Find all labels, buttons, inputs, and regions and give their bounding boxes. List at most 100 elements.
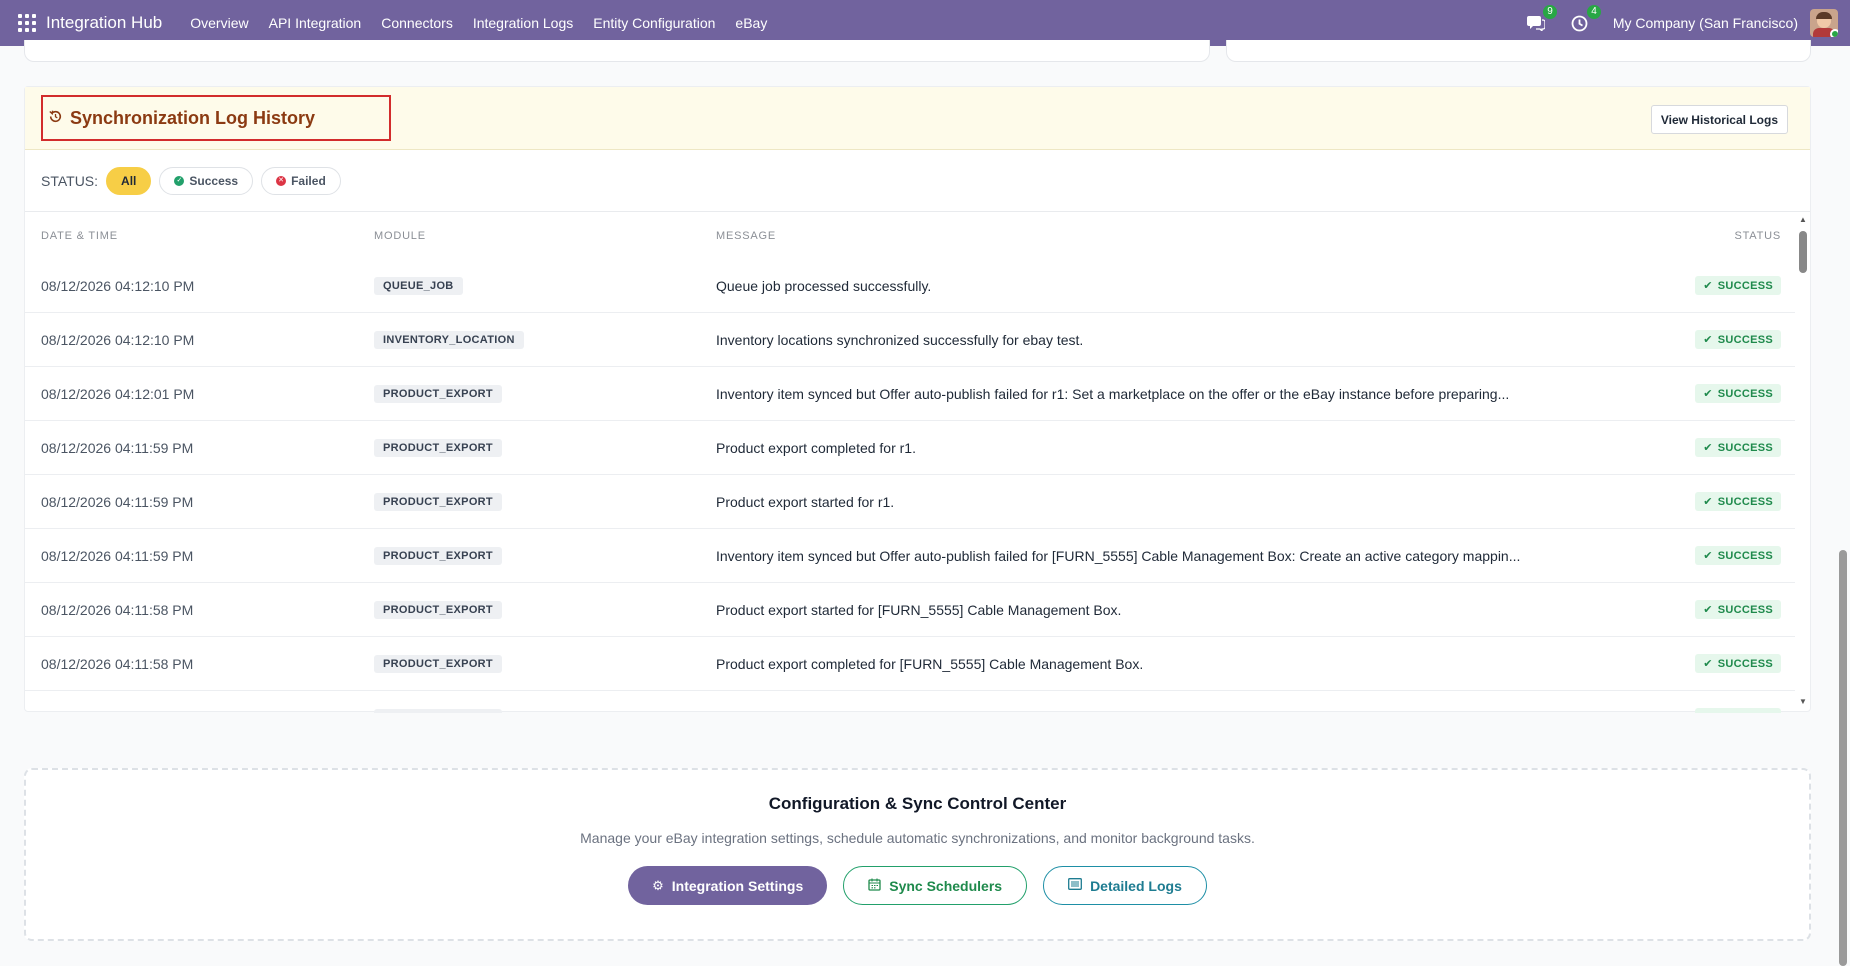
row-status-cell: ✔ SUCCESS (1665, 708, 1795, 713)
gear-icon: ⚙ (652, 877, 664, 893)
user-avatar[interactable] (1810, 9, 1838, 37)
row-message: Product export started for r1. (716, 493, 895, 510)
activities-clock-icon[interactable]: 4 (1569, 5, 1601, 34)
log-table[interactable]: DATE & TIME MODULE MESSAGE STATUS 08/12/… (25, 213, 1795, 713)
status-badge-label: SUCCESS (1717, 387, 1773, 400)
nav-item-api-integration[interactable]: API Integration (269, 15, 362, 31)
row-module-cell: PRODUCT_EXPORT (374, 654, 716, 673)
filter-failed-label: Failed (291, 173, 326, 188)
module-badge: PRODUCT_EXPORT (374, 493, 502, 511)
checkmark-icon: ✔ (1703, 604, 1713, 616)
sync-schedulers-label: Sync Schedulers (889, 877, 1003, 894)
row-module-cell: PRODUCT_EXPORT (374, 438, 716, 457)
config-control-center: Configuration & Sync Control Center Mana… (24, 768, 1811, 941)
status-filter-bar: STATUS: All ✓ Success ✕ Failed (25, 150, 1810, 212)
status-badge: ✔ SUCCESS (1695, 546, 1781, 565)
checkmark-icon: ✔ (1703, 711, 1713, 713)
status-badge-label: SUCCESS (1717, 549, 1773, 562)
table-row[interactable]: 08/12/2026 04:11:59 PM PRODUCT_EXPORT Inve… (25, 529, 1795, 583)
row-date: 08/12/2026 04:11:59 PM (41, 547, 194, 564)
filter-success-label: Success (189, 173, 239, 188)
row-message: Inventory item synced but Offer auto-pub… (716, 385, 1510, 402)
row-module-cell: PRODUCT_EXPORT (374, 600, 716, 619)
row-status-cell: ✔ SUCCESS (1665, 654, 1795, 673)
nav-item-integration-logs[interactable]: Integration Logs (473, 15, 573, 31)
module-badge: PRODUCT_EXPORT (374, 385, 502, 403)
nav-item-connectors[interactable]: Connectors (381, 15, 453, 31)
row-message: Inventory item synced but Offer auto-pub… (716, 710, 1665, 714)
table-row[interactable]: 08/12/2026 04:11:58 PMPRODUCT_EXPORT Inve… (25, 691, 1795, 713)
log-table-body: 08/12/2026 04:12:10 PM QUEUE_JOB Queue job… (25, 259, 1795, 713)
company-switcher[interactable]: My Company (San Francisco) (1613, 15, 1798, 31)
integration-settings-button[interactable]: ⚙ Integration Settings (628, 866, 828, 905)
nav-item-overview[interactable]: Overview (190, 15, 248, 31)
table-row[interactable]: 08/12/2026 04:11:59 PM PRODUCT_EXPORT Prod… (25, 475, 1795, 529)
module-badge: PRODUCT_EXPORT (374, 547, 502, 565)
status-badge: ✔ SUCCESS (1695, 438, 1781, 457)
row-status-cell: ✔ SUCCESS (1665, 384, 1795, 403)
log-title-highlight: Synchronization Log History (41, 95, 391, 141)
messages-count-badge: 9 (1543, 5, 1557, 19)
filter-all-label: All (121, 173, 137, 188)
status-badge-label: SUCCESS (1717, 657, 1773, 670)
activities-count-badge: 4 (1587, 5, 1601, 19)
row-message: Product export completed for [FURN_5555]… (716, 655, 1144, 672)
status-filter-label: STATUS: (41, 172, 99, 189)
checkmark-icon: ✔ (1703, 334, 1713, 346)
row-status-cell: ✔ SUCCESS (1665, 546, 1795, 565)
row-date: 08/12/2026 04:11:59 PM (41, 493, 194, 510)
scroll-down-arrow-icon[interactable]: ▼ (1798, 697, 1808, 707)
config-center-title: Configuration & Sync Control Center (768, 794, 1067, 813)
table-row[interactable]: 08/12/2026 04:12:10 PM INVENTORY_LOCATION… (25, 313, 1795, 367)
table-row[interactable]: 08/12/2026 04:11:58 PM PRODUCT_EXPORT Prod… (25, 637, 1795, 691)
row-date: 08/12/2026 04:12:01 PM (41, 385, 195, 402)
row-message: Inventory locations synchronized success… (716, 331, 1084, 348)
filter-failed-pill[interactable]: ✕ Failed (261, 166, 341, 195)
table-row[interactable]: 08/12/2026 04:11:58 PM PRODUCT_EXPORT Prod… (25, 583, 1795, 637)
detailed-logs-button[interactable]: Detailed Logs (1043, 866, 1207, 905)
messages-icon[interactable]: 9 (1525, 5, 1557, 34)
status-badge: ✔ SUCCESS (1695, 600, 1781, 619)
row-module-cell: PRODUCT_EXPORT (374, 384, 716, 403)
checkmark-icon: ✔ (1703, 658, 1713, 670)
table-row[interactable]: 08/12/2026 04:11:59 PM PRODUCT_EXPORT Prod… (25, 421, 1795, 475)
page-scrollbar[interactable] (1836, 46, 1850, 966)
row-message: Queue job processed successfully. (716, 277, 932, 294)
log-panel-header: Synchronization Log History View Histori… (25, 87, 1810, 150)
row-module-cell: PRODUCT_EXPORT (374, 708, 716, 713)
table-row[interactable]: 08/12/2026 04:12:10 PM QUEUE_JOB Queue job… (25, 259, 1795, 313)
row-message: Product export completed for r1. (716, 439, 916, 456)
check-circle-icon: ✓ (174, 175, 185, 186)
table-scroll-thumb[interactable] (1799, 231, 1807, 273)
checkmark-icon: ✔ (1703, 442, 1713, 454)
filter-success-pill[interactable]: ✓ Success (159, 166, 254, 195)
sync-log-panel: Synchronization Log History View Histori… (24, 86, 1811, 713)
checkmark-icon: ✔ (1703, 496, 1713, 508)
filter-all-pill[interactable]: All (106, 166, 152, 195)
table-row[interactable]: 08/12/2026 04:12:01 PM PRODUCT_EXPORT Inve… (25, 367, 1795, 421)
module-badge: QUEUE_JOB (374, 277, 463, 295)
history-icon (49, 110, 62, 126)
row-status-cell: ✔ SUCCESS (1665, 492, 1795, 511)
module-badge: PRODUCT_EXPORT (374, 655, 502, 673)
row-status-cell: ✔ SUCCESS (1665, 600, 1795, 619)
module-badge: PRODUCT_EXPORT (374, 439, 502, 457)
status-badge: ✔ SUCCESS (1695, 330, 1781, 349)
scroll-up-arrow-icon[interactable]: ▲ (1798, 215, 1808, 225)
apps-menu-icon[interactable] (18, 14, 36, 32)
row-message: Inventory item synced but Offer auto-pub… (716, 547, 1521, 564)
row-module-cell: INVENTORY_LOCATION (374, 330, 716, 349)
column-date: DATE & TIME (41, 230, 118, 242)
app-brand[interactable]: Integration Hub (46, 13, 162, 33)
integration-settings-label: Integration Settings (671, 877, 804, 894)
nav-item-entity-configuration[interactable]: Entity Configuration (593, 15, 715, 31)
table-scrollbar[interactable]: ▲ ▼ (1798, 215, 1808, 707)
checkmark-icon: ✔ (1703, 280, 1713, 292)
nav-item-ebay[interactable]: eBay (735, 15, 767, 31)
sync-schedulers-button[interactable]: Sync Schedulers (843, 866, 1028, 905)
module-badge: INVENTORY_LOCATION (374, 331, 524, 349)
page-scroll-thumb[interactable] (1839, 550, 1847, 966)
status-badge: ✔ SUCCESS (1695, 276, 1781, 295)
view-historical-logs-button[interactable]: View Historical Logs (1650, 105, 1788, 134)
row-date: 08/12/2026 04:11:58 PM (25, 710, 374, 714)
